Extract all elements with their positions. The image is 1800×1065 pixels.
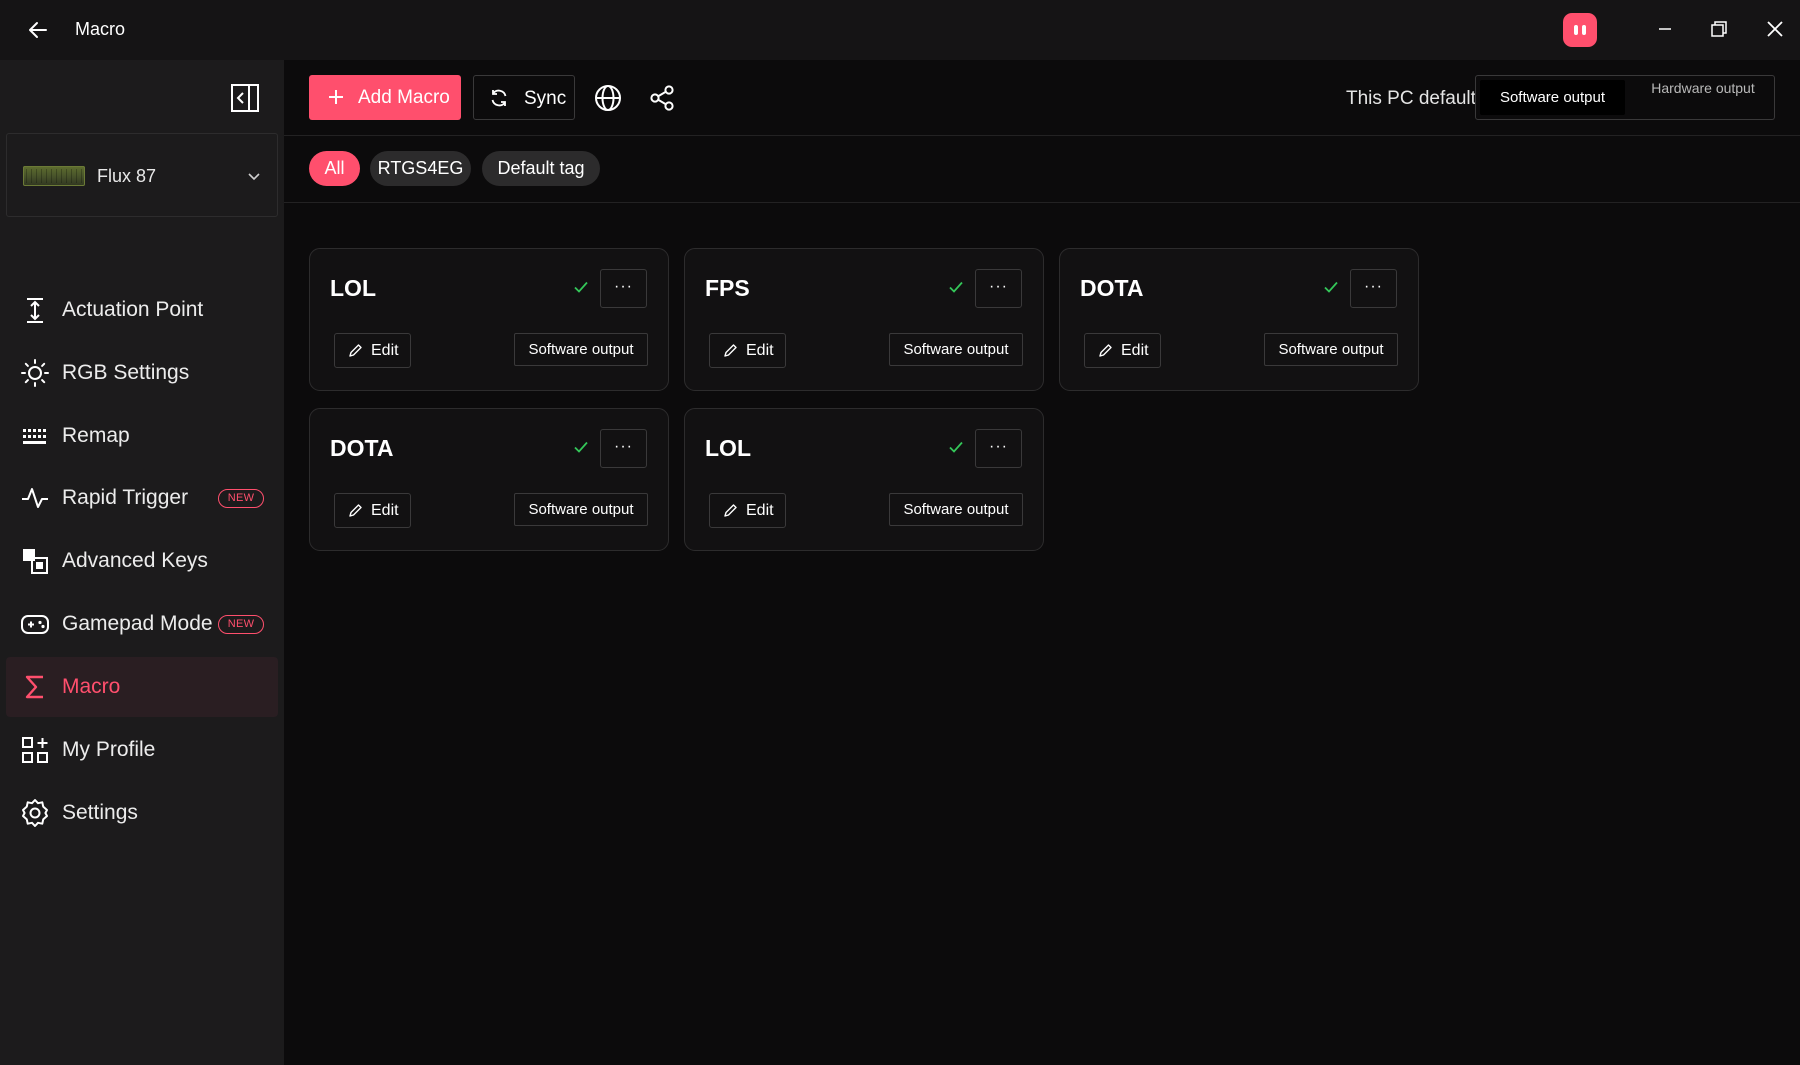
grid-plus-icon <box>20 735 50 765</box>
sidebar-item-remap[interactable]: Remap <box>6 406 278 466</box>
sidebar-item-settings[interactable]: Settings <box>6 783 278 843</box>
globe-icon[interactable] <box>593 83 623 113</box>
tag-default[interactable]: Default tag <box>482 151 600 186</box>
sidebar-item-label: Actuation Point <box>62 298 204 321</box>
macro-card: DOTA ··· Edit Software output <box>1059 248 1419 391</box>
macro-title: FPS <box>705 275 750 301</box>
edit-button[interactable]: Edit <box>334 493 411 528</box>
pulse-icon <box>20 483 50 513</box>
close-icon[interactable] <box>1760 14 1790 44</box>
add-macro-label: Add Macro <box>358 87 450 108</box>
restore-icon[interactable] <box>1704 14 1734 44</box>
sidebar-item-rgb-settings[interactable]: RGB Settings <box>6 343 278 403</box>
more-options-button[interactable]: ··· <box>975 269 1022 308</box>
edit-button[interactable]: Edit <box>709 333 786 368</box>
macro-title: LOL <box>705 435 751 461</box>
macro-card: FPS ··· Edit Software output <box>684 248 1044 391</box>
edit-label: Edit <box>746 502 774 519</box>
plus-icon <box>327 88 345 106</box>
sidebar: Flux 87 Actuation Point RGB Settings Rem… <box>0 60 284 1065</box>
check-icon <box>947 278 965 296</box>
more-options-button[interactable]: ··· <box>1350 269 1397 308</box>
check-icon <box>947 438 965 456</box>
macro-title: DOTA <box>330 435 394 461</box>
pc-default-label: This PC default <box>1346 88 1476 109</box>
output-mode-toggle: Software output Hardware output <box>1475 75 1775 120</box>
sidebar-item-label: Remap <box>62 424 130 447</box>
sun-icon <box>20 358 50 388</box>
software-output-option[interactable]: Software output <box>1480 80 1625 115</box>
sidebar-item-rapid-trigger[interactable]: Rapid Trigger NEW <box>6 468 278 528</box>
chevron-down-icon <box>245 167 263 185</box>
pencil-icon <box>348 343 363 358</box>
sidebar-item-label: Rapid Trigger <box>62 486 189 509</box>
title-bar: Macro <box>0 0 1800 60</box>
pencil-icon <box>723 503 738 518</box>
minimize-icon[interactable] <box>1650 14 1680 44</box>
macro-title: LOL <box>330 275 376 301</box>
tag-all[interactable]: All <box>309 151 360 186</box>
device-name: Flux 87 <box>97 166 157 186</box>
hardware-output-option[interactable]: Hardware output <box>1636 79 1770 117</box>
sidebar-item-my-profile[interactable]: My Profile <box>6 720 278 780</box>
gamepad-icon <box>20 609 50 639</box>
pencil-icon <box>1098 343 1113 358</box>
macro-card: DOTA ··· Edit Software output <box>309 408 669 551</box>
macro-title: DOTA <box>1080 275 1144 301</box>
divider <box>284 202 1800 203</box>
keyboard-thumbnail <box>23 166 85 186</box>
actuation-icon <box>20 295 50 325</box>
more-options-button[interactable]: ··· <box>975 429 1022 468</box>
edit-label: Edit <box>371 502 399 519</box>
window-title: Macro <box>75 19 126 39</box>
sidebar-item-gamepad-mode[interactable]: Gamepad Mode NEW <box>6 594 278 654</box>
pencil-icon <box>723 343 738 358</box>
advanced-keys-icon <box>20 546 50 576</box>
output-badge: Software output <box>1264 333 1398 366</box>
new-badge: NEW <box>218 489 264 508</box>
more-options-button[interactable]: ··· <box>600 429 647 468</box>
check-icon <box>572 278 590 296</box>
sync-button[interactable]: Sync <box>473 75 575 120</box>
sync-label: Sync <box>524 88 567 109</box>
sidebar-item-label: RGB Settings <box>62 361 190 384</box>
add-macro-button[interactable]: Add Macro <box>309 75 461 120</box>
sidebar-item-actuation-point[interactable]: Actuation Point <box>6 280 278 340</box>
sidebar-item-label: Macro <box>62 675 121 698</box>
mascot-face-icon[interactable] <box>1563 13 1597 47</box>
sidebar-item-label: My Profile <box>62 738 156 761</box>
divider <box>284 135 1800 136</box>
device-selector[interactable]: Flux 87 <box>6 133 278 217</box>
check-icon <box>1322 278 1340 296</box>
output-badge: Software output <box>514 333 648 366</box>
more-options-button[interactable]: ··· <box>600 269 647 308</box>
sidebar-item-label: Advanced Keys <box>62 549 208 572</box>
back-arrow-icon[interactable] <box>26 18 50 42</box>
gear-icon <box>20 798 50 828</box>
sync-icon <box>489 88 509 108</box>
edit-label: Edit <box>746 342 774 359</box>
share-icon[interactable] <box>647 83 677 113</box>
output-badge: Software output <box>889 333 1023 366</box>
output-badge: Software output <box>514 493 648 526</box>
pencil-icon <box>348 503 363 518</box>
collapse-sidebar-icon[interactable] <box>229 82 261 114</box>
output-badge: Software output <box>889 493 1023 526</box>
tag-rtgs4eg[interactable]: RTGS4EG <box>370 151 471 186</box>
edit-label: Edit <box>1121 342 1149 359</box>
keyboard-icon <box>20 421 50 451</box>
new-badge: NEW <box>218 615 264 634</box>
macro-card: LOL ··· Edit Software output <box>309 248 669 391</box>
sidebar-item-advanced-keys[interactable]: Advanced Keys <box>6 531 278 591</box>
sidebar-item-label: Gamepad Mode <box>62 612 213 635</box>
edit-button[interactable]: Edit <box>709 493 786 528</box>
edit-button[interactable]: Edit <box>1084 333 1161 368</box>
sidebar-item-label: Settings <box>62 801 138 824</box>
sigma-icon <box>20 672 50 702</box>
check-icon <box>572 438 590 456</box>
edit-button[interactable]: Edit <box>334 333 411 368</box>
sidebar-item-macro[interactable]: Macro <box>6 657 278 717</box>
macro-card: LOL ··· Edit Software output <box>684 408 1044 551</box>
edit-label: Edit <box>371 342 399 359</box>
